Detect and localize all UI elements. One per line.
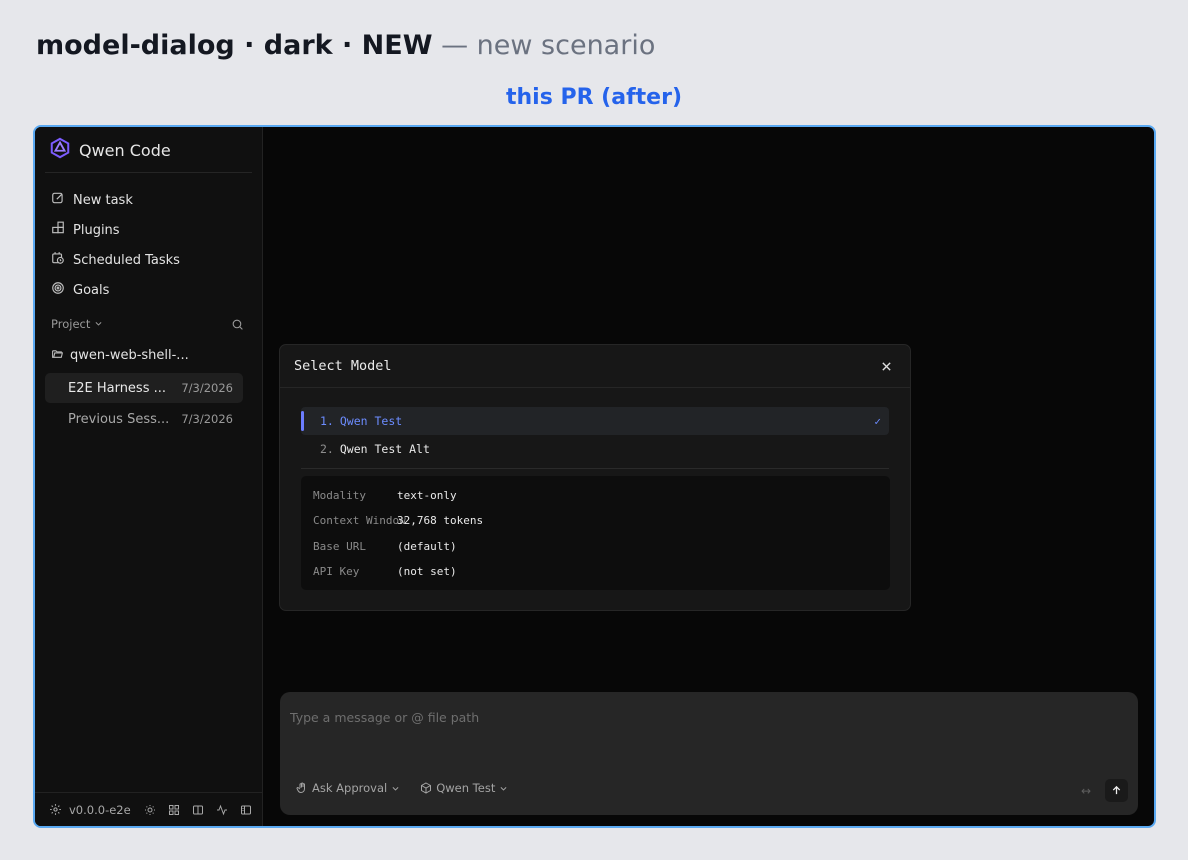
model-dropdown-label: Qwen Test <box>436 781 496 795</box>
composer-toolbar: Ask Approval Qwen Test <box>296 781 508 795</box>
check-icon: ✓ <box>874 414 881 428</box>
target-icon <box>51 281 65 299</box>
calendar-clock-icon <box>51 251 65 269</box>
close-button[interactable] <box>877 357 896 376</box>
model-list-divider <box>301 468 889 469</box>
sidebar-item-scheduled-tasks[interactable]: Scheduled Tasks <box>51 245 251 275</box>
sidebar-toggle-icon[interactable] <box>240 804 252 816</box>
approval-mode-label: Ask Approval <box>312 781 388 795</box>
detail-row-modality: Modality text-only <box>313 483 878 508</box>
sidebar-item-label: Goals <box>73 282 110 298</box>
sidebar-nav: New task Plugins Scheduled Tasks Goals <box>51 185 251 305</box>
detail-row-context-window: Context Window 32,768 tokens <box>313 508 878 533</box>
brand-label: Qwen Code <box>79 140 171 160</box>
approval-mode-dropdown[interactable]: Ask Approval <box>296 781 400 795</box>
sidebar-item-label: Plugins <box>73 222 120 238</box>
split-panel-icon[interactable] <box>192 804 204 816</box>
model-option-selected[interactable]: 1. Qwen Test ✓ <box>301 407 889 435</box>
session-date: 7/3/2026 <box>181 412 233 426</box>
theme-sun-icon[interactable] <box>144 804 156 816</box>
session-list: E2E Harness ... 7/3/2026 Previous Sess..… <box>45 373 243 435</box>
scenario-title: model-dialog · dark · NEW <box>36 30 433 61</box>
sidebar-footer: v0.0.0-e2e <box>35 792 262 826</box>
sidebar-item-new-task[interactable]: New task <box>51 185 251 215</box>
sidebar: Qwen Code New task Plugins Scheduled Tas… <box>35 127 263 826</box>
send-button[interactable] <box>1105 779 1128 802</box>
detail-key: API Key <box>313 565 360 579</box>
qwen-logo-icon <box>49 137 71 163</box>
project-toggle[interactable]: Project <box>51 317 103 331</box>
dialog-title: Select Model <box>294 358 392 374</box>
detail-key: Context Window <box>313 514 406 528</box>
session-item-active[interactable]: E2E Harness ... 7/3/2026 <box>45 373 243 403</box>
page-heading: model-dialog · dark · NEW — new scenario <box>36 28 655 64</box>
session-date: 7/3/2026 <box>181 381 233 395</box>
model-details: Modality text-only Context Window 32,768… <box>301 476 890 590</box>
composer-actions: ↔ <box>1081 779 1128 802</box>
session-item[interactable]: Previous Sess... 7/3/2026 <box>45 404 243 434</box>
detail-key: Base URL <box>313 539 366 553</box>
hand-icon <box>296 782 308 794</box>
version-label: v0.0.0-e2e <box>69 802 131 817</box>
expand-icon[interactable]: ↔ <box>1081 784 1091 798</box>
footer-actions <box>144 804 252 816</box>
grid-icon[interactable] <box>168 804 180 816</box>
folder-label: qwen-web-shell-... <box>70 348 189 363</box>
session-title: Previous Sess... <box>68 411 170 427</box>
comparison-caption: this PR (after) <box>505 85 682 110</box>
arrow-up-icon <box>1111 785 1122 796</box>
app-window: Qwen Code New task Plugins Scheduled Tas… <box>33 125 1156 828</box>
detail-value: 32,768 tokens <box>397 514 484 528</box>
sidebar-item-plugins[interactable]: Plugins <box>51 215 251 245</box>
dialog-header: Select Model <box>280 345 910 388</box>
sidebar-item-label: New task <box>73 192 133 208</box>
model-name: Qwen Test Alt <box>339 442 430 456</box>
model-index: 1. <box>320 414 334 428</box>
model-index: 2. <box>320 442 334 456</box>
edit-icon <box>51 191 65 209</box>
cube-icon <box>420 782 432 794</box>
detail-row-api-key: API Key (not set) <box>313 559 878 584</box>
select-model-dialog: Select Model 1. Qwen Test ✓ 2. Qwen Test… <box>279 344 911 611</box>
session-title: E2E Harness ... <box>68 380 167 396</box>
detail-value: (not set) <box>397 565 457 579</box>
settings-icon[interactable] <box>49 803 62 816</box>
activity-icon[interactable] <box>216 804 228 816</box>
sidebar-divider <box>45 172 252 173</box>
scenario-subtitle: — new scenario <box>441 30 656 61</box>
folder-open-icon <box>51 347 64 364</box>
detail-key: Modality <box>313 489 366 503</box>
model-name: Qwen Test <box>339 414 403 428</box>
close-icon <box>881 361 892 372</box>
sidebar-item-label: Scheduled Tasks <box>73 252 180 268</box>
detail-row-base-url: Base URL (default) <box>313 534 878 559</box>
detail-value: text-only <box>397 489 457 503</box>
chevron-down-icon <box>94 317 103 331</box>
project-folder[interactable]: qwen-web-shell-... <box>51 347 189 364</box>
message-composer: Ask Approval Qwen Test ↔ <box>280 692 1138 815</box>
search-icon[interactable] <box>231 318 244 331</box>
detail-value: (default) <box>397 539 457 553</box>
model-dropdown[interactable]: Qwen Test <box>420 781 508 795</box>
model-list: 1. Qwen Test ✓ 2. Qwen Test Alt <box>301 407 889 463</box>
message-input[interactable] <box>290 706 1090 728</box>
project-header: Project <box>51 317 244 331</box>
brand[interactable]: Qwen Code <box>49 137 171 163</box>
plugins-icon <box>51 221 65 239</box>
model-option[interactable]: 2. Qwen Test Alt <box>301 435 889 463</box>
chevron-down-icon <box>499 784 508 793</box>
project-label: Project <box>51 317 91 331</box>
sidebar-item-goals[interactable]: Goals <box>51 275 251 305</box>
chevron-down-icon <box>391 784 400 793</box>
